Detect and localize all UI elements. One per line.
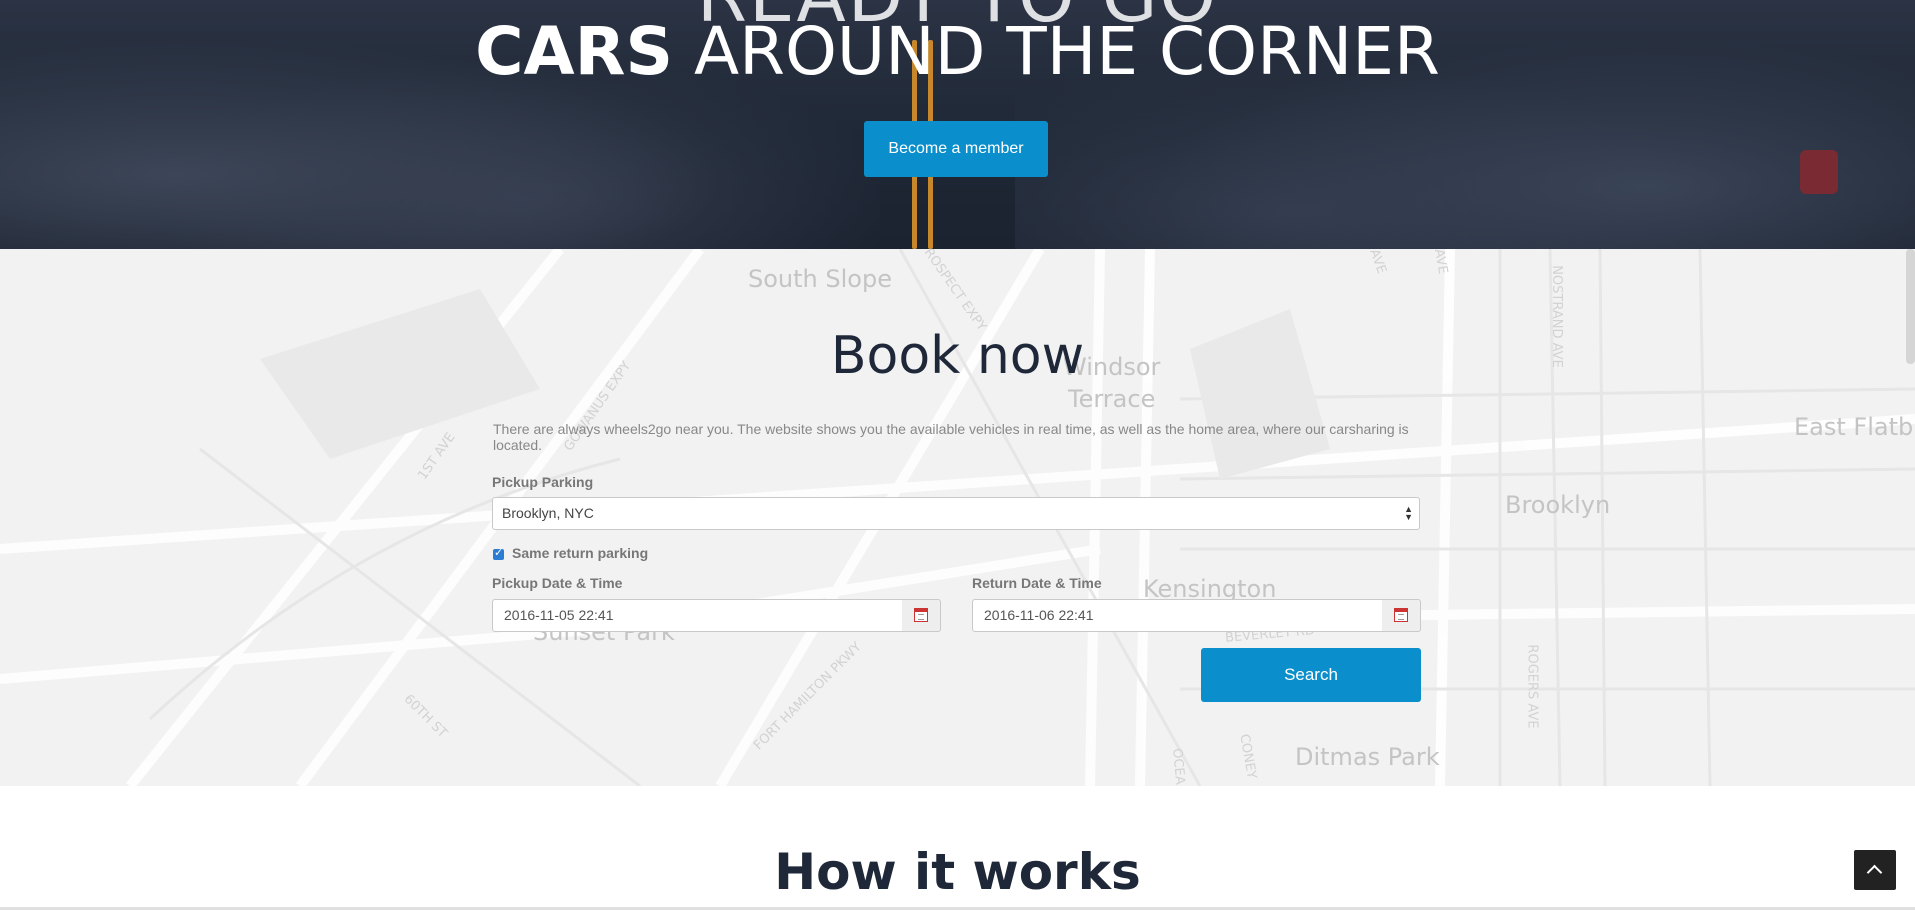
book-now-description: There are always wheels2go near you. The… [493, 421, 1409, 453]
how-it-works-title: How it works [774, 843, 1141, 901]
search-button[interactable]: Search [1201, 648, 1421, 702]
pickup-parking-value: Brooklyn, NYC [502, 505, 594, 521]
pickup-datetime-input[interactable]: 2016-11-05 22:41 [492, 599, 903, 632]
map-label: Terrace [1068, 385, 1156, 413]
return-calendar-button[interactable] [1382, 599, 1421, 632]
hero-section: READY TO GO CARS AROUND THE CORNER Becom… [0, 0, 1915, 249]
calendar-icon [914, 608, 928, 622]
return-datetime-input[interactable]: 2016-11-06 22:41 [972, 599, 1383, 632]
book-now-section: South Slope Windsor Terrace Brooklyn Eas… [0, 249, 1915, 786]
hero-title-strong: CARS [475, 13, 673, 90]
page-scrollbar[interactable] [1906, 249, 1915, 364]
map-label: Ditmas Park [1295, 743, 1440, 771]
pickup-parking-label: Pickup Parking [492, 474, 594, 490]
map-street-label: OCEA [1169, 747, 1188, 786]
pickup-parking-select[interactable]: Brooklyn, NYC ▲ ▼ [492, 497, 1420, 530]
pickup-datetime-label: Pickup Date & Time [492, 575, 623, 591]
same-return-label[interactable]: Same return parking [512, 545, 648, 561]
scroll-to-top-button[interactable] [1854, 850, 1896, 890]
calendar-icon [1394, 608, 1408, 622]
become-member-button[interactable]: Become a member [864, 121, 1048, 177]
hero-title: CARS AROUND THE CORNER [0, 14, 1915, 90]
map-label: Brooklyn [1505, 491, 1611, 519]
hero-title-light: AROUND THE CORNER [673, 13, 1440, 90]
map-label: East Flatb [1794, 413, 1914, 441]
map-label: South Slope [748, 265, 892, 293]
return-datetime-label: Return Date & Time [972, 575, 1102, 591]
map-street-label: ROGERS AVE [1524, 644, 1540, 729]
car-taillight [1800, 150, 1838, 194]
same-return-checkbox[interactable] [493, 546, 504, 560]
select-arrows-icon: ▲ ▼ [1404, 504, 1413, 522]
pickup-calendar-button[interactable] [902, 599, 941, 632]
book-now-title: Book now [830, 326, 1085, 386]
